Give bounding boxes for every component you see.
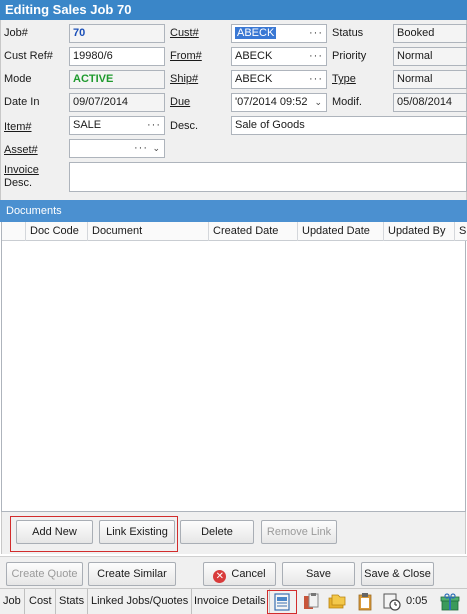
save-button[interactable]: Save	[282, 562, 355, 586]
job-number-label: Job#	[4, 27, 28, 39]
cancel-button[interactable]: ✕ Cancel	[203, 562, 276, 586]
column-si[interactable]: Si	[455, 222, 467, 241]
add-new-button[interactable]: Add New	[16, 520, 93, 544]
item-lookup-icon[interactable]: ···	[147, 117, 161, 134]
ship-lookup-icon[interactable]: ···	[309, 71, 323, 88]
cust-ref-field[interactable]: 19980/6	[69, 47, 165, 66]
documents-header: Documents	[0, 200, 467, 222]
desc-label: Desc.	[170, 120, 199, 132]
date-in-label: Date In	[4, 96, 40, 108]
mode-field: ACTIVE	[69, 70, 165, 89]
cust-lookup-icon[interactable]: ···	[309, 25, 323, 42]
window-title: Editing Sales Job 70	[0, 0, 467, 20]
asset-dropdown-icon[interactable]: ⌄	[152, 140, 160, 157]
delete-button[interactable]: Delete	[180, 520, 254, 544]
from-lookup-icon[interactable]: ···	[309, 48, 323, 65]
priority-label: Priority	[332, 50, 367, 62]
type-label: Type	[332, 73, 356, 85]
date-in-field: 09/07/2014	[69, 93, 165, 112]
status-field: Booked	[393, 24, 467, 43]
asset-label: Asset#	[4, 144, 38, 156]
column-updated-date[interactable]: Updated Date	[298, 222, 384, 241]
time-icon[interactable]	[382, 592, 402, 612]
tab-linked-jobs-quotes[interactable]: Linked Jobs/Quotes	[88, 589, 193, 614]
create-similar-button[interactable]: Create Similar	[88, 562, 176, 586]
status-label: Status	[332, 27, 364, 39]
ship-label: Ship#	[170, 73, 199, 85]
documents-icon[interactable]	[272, 592, 292, 612]
action-bar: Create Quote Create Similar ✕ Cancel Save…	[0, 556, 467, 588]
remove-link-button[interactable]: Remove Link	[261, 520, 337, 544]
tab-job[interactable]: Job	[0, 589, 25, 614]
save-close-button[interactable]: Save & Close	[361, 562, 434, 586]
gift-icon[interactable]	[440, 592, 460, 612]
column-updated-by[interactable]: Updated By	[384, 222, 455, 241]
tab-bar: Job Cost Stats Linked Jobs/Quotes Invoic…	[0, 588, 467, 614]
create-quote-button[interactable]: Create Quote	[6, 562, 83, 586]
job-number-field: 70	[69, 24, 165, 43]
priority-field: Normal	[393, 47, 467, 66]
column-doc-code[interactable]: Doc Code	[26, 222, 88, 241]
modif-label: Modif.	[332, 96, 362, 108]
cancel-icon: ✕	[213, 570, 227, 583]
due-dropdown-icon[interactable]: ⌄	[314, 94, 322, 111]
item-label: Item#	[4, 121, 32, 133]
desc-field[interactable]: Sale of Goods	[231, 116, 467, 135]
type-field: Normal	[393, 70, 467, 89]
documents-grid[interactable]: Doc Code Document Created Date Updated D…	[1, 222, 467, 512]
folders-icon[interactable]	[327, 592, 347, 612]
from-field[interactable]: ABECK ···	[231, 47, 327, 66]
tab-stats[interactable]: Stats	[56, 589, 89, 614]
item-field[interactable]: SALE ···	[69, 116, 165, 135]
clipboard-icon[interactable]	[355, 592, 375, 612]
cust-field[interactable]: ABECK ···	[231, 24, 327, 43]
due-label: Due	[170, 96, 191, 108]
link-existing-button[interactable]: Link Existing	[99, 520, 175, 544]
cust-ref-label: Cust Ref#	[4, 50, 53, 62]
tab-cost[interactable]: Cost	[26, 589, 56, 614]
modif-field: 05/08/2014	[393, 93, 467, 112]
asset-field[interactable]: ··· ⌄	[69, 139, 165, 158]
invoice-desc-label: Invoice Desc.	[4, 164, 39, 189]
column-created-date[interactable]: Created Date	[209, 222, 298, 241]
due-field[interactable]: '07/2014 09:52 ⌄	[231, 93, 327, 112]
mode-label: Mode	[4, 73, 32, 85]
clipboard-copy-icon[interactable]	[301, 592, 321, 612]
ship-field[interactable]: ABECK ···	[231, 70, 327, 89]
documents-grid-header: Doc Code Document Created Date Updated D…	[2, 222, 467, 241]
job-header-form: Job# 70 Cust# ABECK ··· Status Booked Cus…	[0, 20, 467, 200]
from-label: From#	[170, 50, 202, 62]
column-document[interactable]: Document	[88, 222, 209, 241]
tab-invoice-details[interactable]: Invoice Details	[191, 589, 270, 614]
documents-button-bar: Add New Link Existing Delete Remove Link	[1, 512, 466, 554]
asset-lookup-icon[interactable]: ···	[134, 140, 148, 157]
grid-row-selector-header	[2, 222, 26, 241]
cust-label: Cust#	[170, 27, 199, 39]
invoice-desc-field[interactable]	[69, 162, 467, 192]
timer-readout: 0:05	[406, 595, 428, 607]
